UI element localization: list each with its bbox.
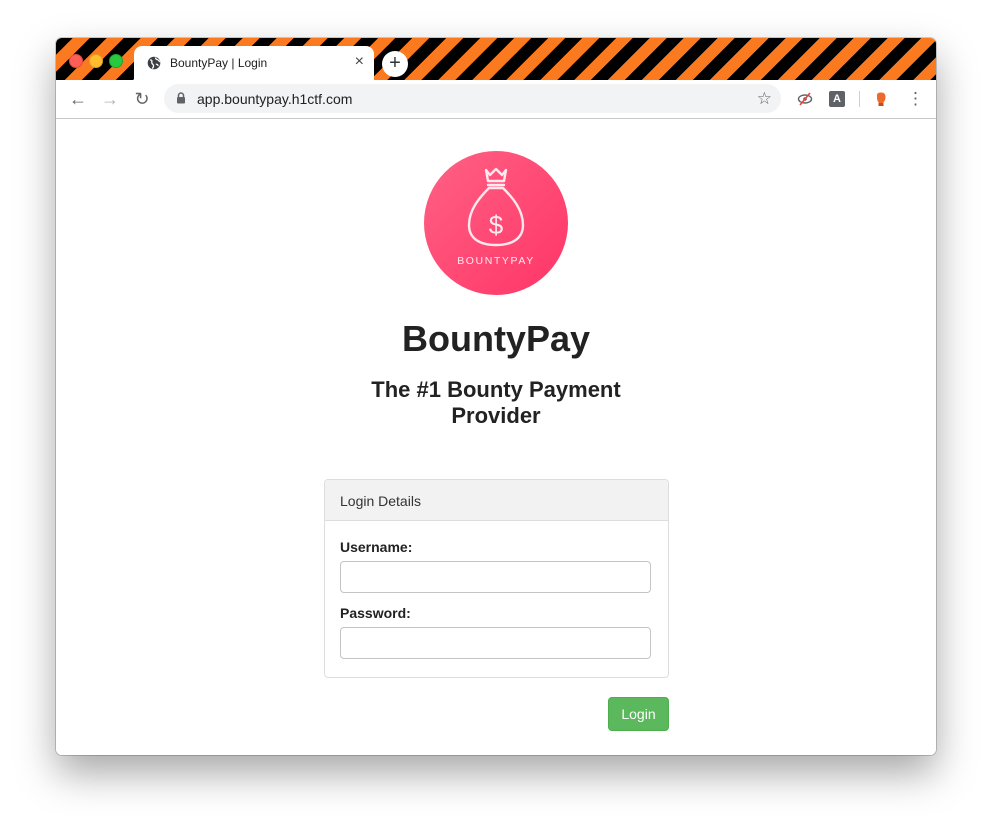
page-title: BountyPay xyxy=(401,318,591,359)
password-label: Password: xyxy=(340,605,411,621)
username-input[interactable] xyxy=(340,561,651,593)
minimize-window-button[interactable] xyxy=(89,54,103,68)
page-content: $ BOUNTYPAY BountyPay The #1 Bounty Paym… xyxy=(56,119,936,755)
back-arrow-icon[interactable]: ← xyxy=(68,89,88,109)
username-label: Username: xyxy=(340,539,413,555)
star-icon[interactable]: ☆ xyxy=(757,89,772,109)
toolbar-divider xyxy=(859,91,860,107)
page-subtitle: The #1 Bounty Payment Provider xyxy=(56,377,936,429)
money-bag-icon: $ BOUNTYPAY xyxy=(424,151,568,295)
maximize-window-button[interactable] xyxy=(109,54,123,68)
reload-icon[interactable]: ↻ xyxy=(132,89,152,109)
forward-arrow-icon[interactable]: → xyxy=(100,89,120,109)
eye-slash-icon[interactable] xyxy=(797,91,813,107)
browser-tab[interactable]: BountyPay | Login × xyxy=(134,46,374,80)
glove-icon[interactable] xyxy=(873,91,889,107)
close-icon[interactable]: × xyxy=(355,53,364,71)
tagline-line-1: The #1 Bounty Payment xyxy=(371,377,621,402)
login-panel: Login Details Username: Password: xyxy=(324,479,669,678)
logo-dollar-sign: $ xyxy=(489,210,504,240)
plus-icon[interactable]: + xyxy=(382,51,408,77)
tagline-line-2: Provider xyxy=(451,403,541,428)
browser-toolbar: ← → ↻ app.bountypay.h1ctf.com ☆ A ⋮ xyxy=(56,80,936,119)
browser-window: BountyPay | Login × + ← → ↻ app.bountypa… xyxy=(56,38,936,755)
globe-icon xyxy=(147,56,161,70)
login-button[interactable]: Login xyxy=(608,697,669,731)
logo-wordmark: BOUNTYPAY xyxy=(457,255,535,267)
close-window-button[interactable] xyxy=(69,54,83,68)
tab-title: BountyPay | Login xyxy=(170,56,268,70)
a-extension-icon[interactable]: A xyxy=(829,91,845,107)
login-panel-header: Login Details xyxy=(325,480,668,521)
address-bar[interactable]: app.bountypay.h1ctf.com ☆ xyxy=(164,84,781,113)
lock-icon xyxy=(177,92,185,104)
login-panel-title: Login Details xyxy=(340,493,421,509)
password-input[interactable] xyxy=(340,627,651,659)
url-text: app.bountypay.h1ctf.com xyxy=(197,91,353,107)
menu-dots-icon[interactable]: ⋮ xyxy=(907,89,924,109)
title-bar: BountyPay | Login × + xyxy=(56,38,936,80)
